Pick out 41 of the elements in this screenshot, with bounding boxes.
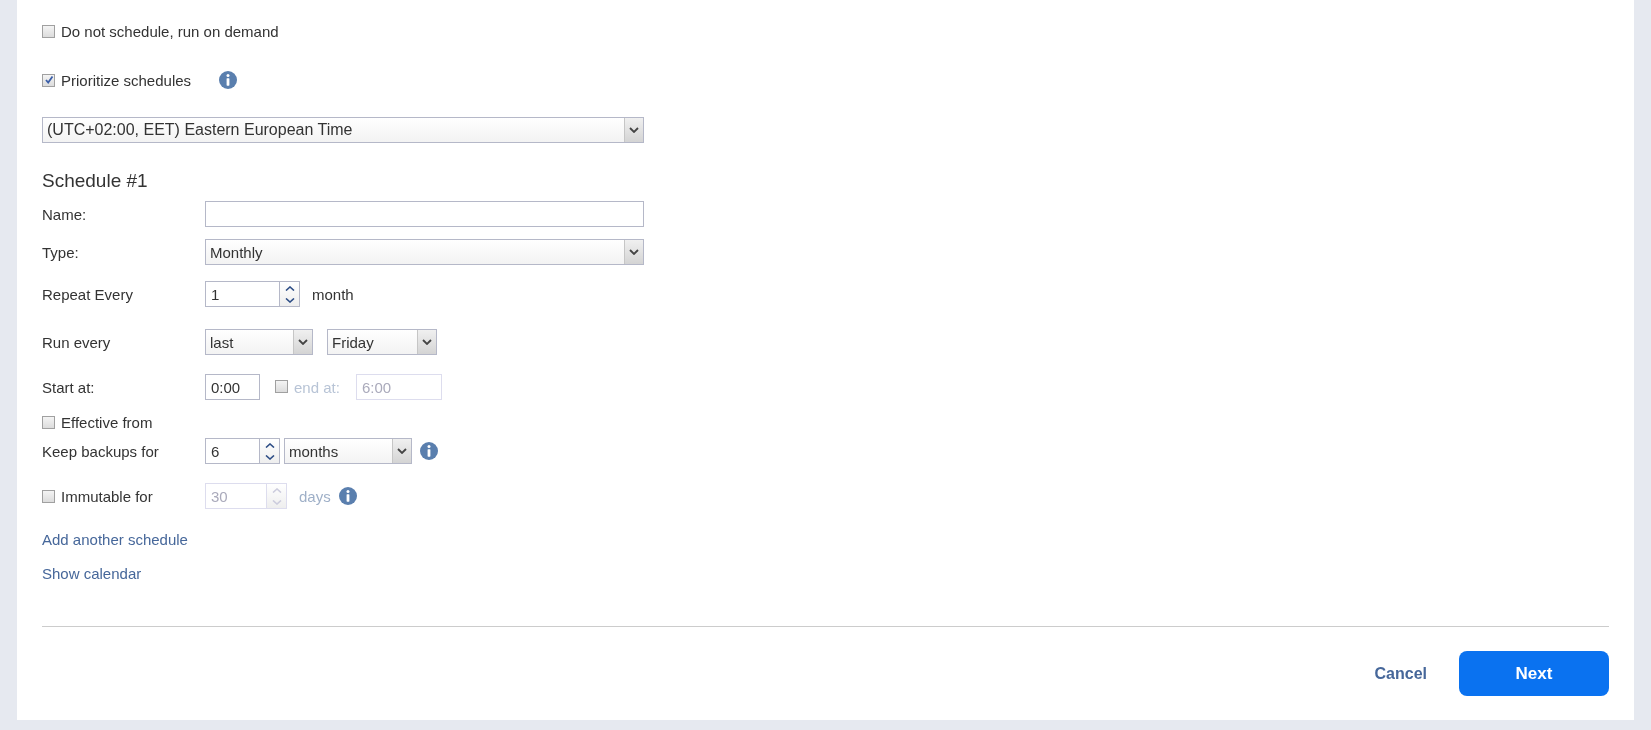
field-label: end at: — [294, 378, 340, 396]
checkbox-label: Effective from — [61, 413, 153, 431]
chevron-down-icon[interactable] — [264, 454, 275, 460]
unit-label: month — [312, 285, 354, 303]
number-field[interactable]: 6 — [205, 438, 260, 464]
caret-icon — [298, 339, 308, 345]
dropdown[interactable]: Friday — [327, 329, 437, 355]
unit-label: days — [299, 487, 331, 505]
chevron-up-icon[interactable] — [284, 285, 295, 291]
checkbox[interactable] — [42, 25, 55, 38]
info-icon[interactable] — [420, 442, 438, 460]
caret-icon — [422, 339, 432, 345]
checkbox[interactable] — [42, 73, 55, 87]
time-field[interactable]: 0:00 — [205, 374, 260, 400]
dropdown[interactable]: (UTC+02:00, EET) Eastern European Time — [42, 117, 644, 143]
checkbox-label: Do not schedule, run on demand — [61, 23, 279, 40]
dropdown[interactable]: months — [284, 438, 412, 464]
dropdown[interactable]: last — [205, 329, 313, 355]
field-label: Run every — [42, 333, 112, 351]
field-label: Keep backups for — [42, 442, 160, 460]
info-icon[interactable] — [219, 71, 238, 89]
caret-icon — [629, 249, 639, 255]
name-field[interactable] — [205, 201, 644, 227]
number-field[interactable]: 1 — [205, 281, 280, 307]
checkbox[interactable] — [42, 415, 55, 429]
section-title: Schedule #1 — [42, 170, 149, 192]
caret-icon — [629, 127, 639, 133]
field-label: Repeat Every — [42, 285, 134, 303]
caret-icon — [397, 448, 407, 454]
link[interactable]: Show calendar — [42, 565, 142, 582]
next-button[interactable]: Next — [1459, 651, 1609, 696]
checkbox-label: Immutable for — [61, 487, 153, 505]
checkbox-label: Prioritize schedules — [61, 71, 192, 89]
field-label: Start at: — [42, 378, 96, 396]
link[interactable]: Add another schedule — [42, 531, 188, 548]
chevron-down-icon[interactable] — [284, 297, 295, 303]
dropdown[interactable]: Monthly — [205, 239, 644, 265]
cancel-button[interactable]: Cancel — [1368, 663, 1433, 684]
field-label: Name: — [42, 205, 88, 223]
chevron-up-icon[interactable] — [264, 442, 275, 448]
field-label: Type: — [42, 243, 80, 261]
